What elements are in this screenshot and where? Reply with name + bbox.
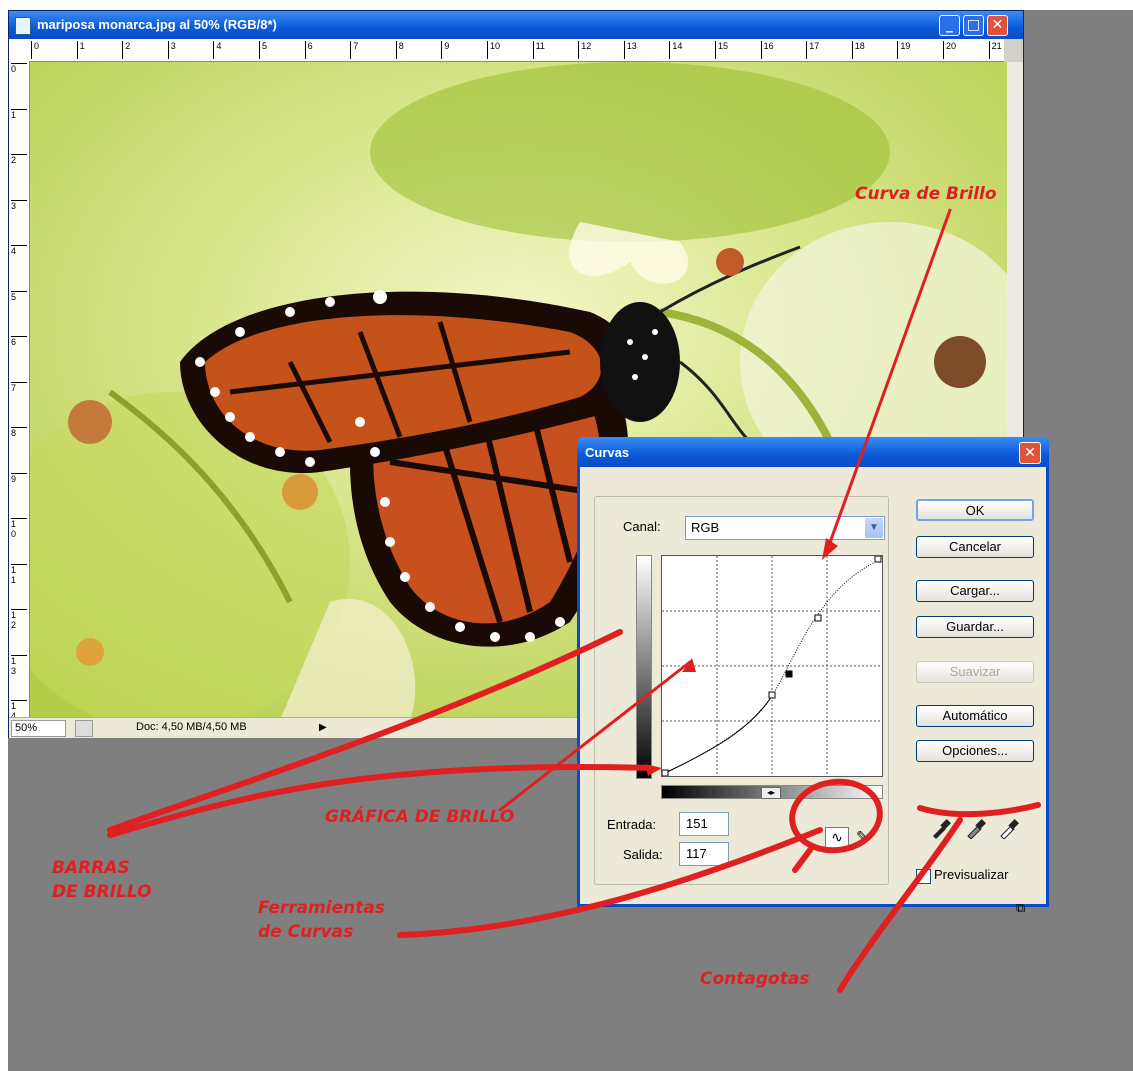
preview-label: Previsualizar [934, 867, 1009, 882]
h-ruler-tick: 8 [395, 41, 404, 59]
h-ruler-tick: 2 [122, 41, 130, 59]
h-ruler-tick: 14 [669, 41, 682, 59]
vertical-ruler[interactable]: 01234567891 01 11 21 31 4 [9, 61, 30, 721]
horizontal-ruler[interactable]: 0 1 2 3 4 5 6 7 8 9 10 11 12 13 14 15 16 17 18 19 20 21 [29, 39, 1004, 62]
h-ruler-tick: 5 [259, 41, 267, 59]
h-ruler-tick: 4 [213, 41, 221, 59]
black-eyedropper-icon[interactable] [930, 817, 952, 844]
input-value-field[interactable]: 151 [679, 812, 729, 836]
h-ruler-tick: 1 [76, 41, 85, 59]
h-ruler-tick: 10 [487, 41, 500, 59]
h-ruler-tick: 21 [988, 41, 1002, 59]
v-ruler-tick: 9 [11, 472, 27, 484]
v-ruler-tick: 1 3 [11, 654, 27, 676]
options-button[interactable]: Opciones... [916, 740, 1034, 762]
h-ruler-tick: 3 [167, 41, 176, 59]
gray-eyedropper-icon[interactable] [965, 817, 987, 844]
output-label: Salida: [623, 847, 663, 862]
load-button[interactable]: Cargar... [916, 580, 1034, 602]
image-window-title: mariposa monarca.jpg al 50% (RGB/8*) [37, 17, 277, 32]
v-ruler-tick: 1 [11, 108, 27, 120]
minimize-button[interactable]: _ [939, 15, 960, 36]
h-ruler-tick: 9 [441, 41, 449, 59]
v-ruler-tick: 1 1 [11, 563, 27, 585]
v-ruler-tick: 4 [11, 245, 27, 256]
channel-value: RGB [691, 520, 720, 535]
gradient-toggle-icon[interactable]: ◂▸ [761, 787, 781, 799]
document-icon [15, 17, 31, 35]
chevron-down-icon[interactable]: ▼ [865, 518, 883, 538]
curves-dialog[interactable]: Curvas ✕ Canal: RGB ▼ ◂▸ Entrada: 151 Sa… [577, 437, 1049, 916]
expand-dialog-icon[interactable]: ⧉ [1016, 901, 1025, 916]
dialog-close-button[interactable]: ✕ [1019, 442, 1041, 464]
pencil-tool-icon[interactable]: ✎ [850, 827, 874, 849]
preview-checkbox[interactable]: ✓ [916, 869, 931, 884]
h-ruler-tick: 6 [304, 41, 313, 59]
curves-graph[interactable] [661, 555, 883, 777]
annotation-contagotas: Contagotas [700, 969, 810, 989]
h-ruler-tick: 13 [623, 41, 637, 59]
annotation-barras-line1: BARRAS [52, 858, 130, 878]
auto-button[interactable]: Automático [916, 705, 1034, 727]
curves-dialog-title: Curvas [585, 445, 630, 460]
h-ruler-tick: 0 [31, 41, 39, 59]
cancel-button[interactable]: Cancelar [916, 536, 1034, 558]
smooth-button[interactable]: Suavizar [916, 661, 1034, 683]
h-ruler-tick: 16 [760, 41, 774, 59]
ok-button[interactable]: OK [916, 499, 1034, 521]
curves-group: Canal: RGB ▼ ◂▸ Entrada: 151 Salida: 117… [594, 496, 889, 885]
channel-select[interactable]: RGB ▼ [685, 516, 885, 540]
v-ruler-tick: 2 [11, 154, 27, 165]
output-brightness-bar [636, 555, 652, 779]
input-brightness-bar: ◂▸ [661, 785, 883, 799]
status-menu-arrow-icon[interactable]: ▶ [319, 720, 331, 735]
annotation-grafica-de-brillo: GRÁFICA DE BRILLO [325, 807, 515, 827]
h-ruler-tick: 18 [851, 41, 865, 59]
save-button[interactable]: Guardar... [916, 616, 1034, 638]
v-ruler-tick: 7 [11, 381, 27, 393]
output-value-field[interactable]: 117 [679, 842, 729, 866]
close-button[interactable]: ✕ [987, 15, 1008, 36]
h-ruler-tick: 11 [532, 41, 545, 59]
white-eyedropper-icon[interactable] [998, 817, 1020, 844]
curves-dialog-titlebar[interactable]: Curvas ✕ [577, 437, 1049, 467]
v-ruler-tick: 0 [11, 63, 27, 74]
annotation-curva-de-brillo: Curva de Brillo [855, 184, 997, 204]
h-ruler-tick: 19 [897, 41, 910, 59]
h-ruler-tick: 7 [350, 41, 358, 59]
v-ruler-tick: 1 0 [11, 518, 27, 539]
image-window-titlebar[interactable]: mariposa monarca.jpg al 50% (RGB/8*) _ □… [9, 11, 1023, 39]
v-ruler-tick: 6 [11, 336, 27, 347]
document-size-info: Doc: 4,50 MB/4,50 MB [136, 721, 247, 733]
h-ruler-tick: 15 [715, 41, 728, 59]
h-ruler-tick: 20 [943, 41, 956, 59]
curve-tool-icon[interactable]: ∿ [825, 827, 849, 849]
v-ruler-tick: 1 2 [11, 609, 27, 630]
h-ruler-tick: 17 [806, 41, 819, 59]
annotation-ferramientas-line2: de Curvas [258, 922, 354, 942]
navigator-icon[interactable] [75, 720, 93, 737]
annotation-ferramientas-line1: Ferramientas [258, 898, 385, 918]
v-ruler-tick: 3 [11, 199, 27, 211]
curves-dialog-body: Canal: RGB ▼ ◂▸ Entrada: 151 Salida: 117… [580, 467, 1046, 916]
curve-plot [661, 555, 882, 777]
channel-label: Canal: [623, 519, 661, 534]
annotation-barras-line2: DE BRILLO [52, 882, 152, 902]
v-ruler-tick: 5 [11, 290, 27, 302]
h-ruler-tick: 12 [578, 41, 591, 59]
maximize-button[interactable]: □ [963, 15, 984, 36]
v-ruler-tick: 8 [11, 427, 27, 438]
input-label: Entrada: [607, 817, 657, 832]
zoom-field[interactable]: 50% [11, 720, 66, 737]
ruler-corner[interactable] [9, 39, 30, 62]
